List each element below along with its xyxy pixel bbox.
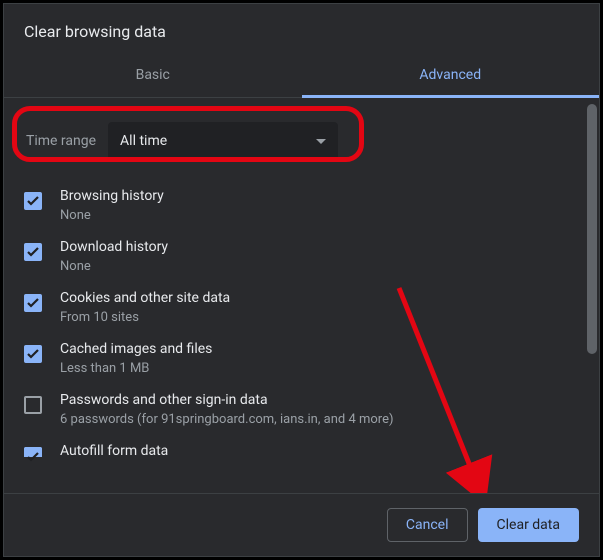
item-title: Download history: [60, 239, 168, 255]
dialog-title: Clear browsing data: [4, 4, 599, 55]
item-title: Cookies and other site data: [60, 290, 230, 306]
item-title: Passwords and other sign-in data: [60, 392, 394, 408]
list-item: Cookies and other site data From 10 site…: [24, 290, 565, 325]
checkbox-cookies[interactable]: [24, 294, 42, 312]
clear-data-button[interactable]: Clear data: [478, 508, 579, 542]
list-item-text: Browsing history None: [60, 188, 164, 223]
timerange-value: All time: [120, 133, 167, 149]
timerange-select[interactable]: All time: [108, 122, 338, 160]
list-item-text: Cookies and other site data From 10 site…: [60, 290, 230, 325]
scrollbar[interactable]: [587, 104, 597, 487]
checkbox-download-history[interactable]: [24, 243, 42, 261]
item-desc: None: [60, 208, 164, 223]
checkbox-browsing-history[interactable]: [24, 192, 42, 210]
checkbox-passwords[interactable]: [24, 396, 42, 414]
content-area: Time range All time Browsing history Non…: [4, 98, 599, 493]
list-item: Autofill form data: [24, 443, 565, 459]
item-desc: 6 passwords (for 91springboard.com, ians…: [60, 412, 394, 427]
chevron-down-icon: [316, 133, 326, 149]
item-title: Autofill form data: [60, 443, 168, 459]
list-item-text: Download history None: [60, 239, 168, 274]
item-desc: From 10 sites: [60, 310, 230, 325]
cancel-button[interactable]: Cancel: [387, 508, 468, 542]
content-scroll: Time range All time Browsing history Non…: [4, 98, 585, 493]
timerange-label: Time range: [26, 133, 96, 149]
item-title: Browsing history: [60, 188, 164, 204]
timerange-row: Time range All time: [24, 116, 565, 166]
list-item-text: Autofill form data: [60, 443, 168, 459]
dialog-footer: Cancel Clear data: [4, 493, 599, 556]
list-item-text: Cached images and files Less than 1 MB: [60, 341, 212, 376]
checkbox-cache[interactable]: [24, 345, 42, 363]
list-item: Passwords and other sign-in data 6 passw…: [24, 392, 565, 427]
item-desc: Less than 1 MB: [60, 361, 212, 376]
tab-advanced[interactable]: Advanced: [302, 55, 600, 97]
item-desc: None: [60, 259, 168, 274]
list-item: Cached images and files Less than 1 MB: [24, 341, 565, 376]
list-item: Browsing history None: [24, 188, 565, 223]
list-item: Download history None: [24, 239, 565, 274]
tab-basic[interactable]: Basic: [4, 55, 302, 97]
tabs: Basic Advanced: [4, 55, 599, 98]
checkbox-autofill[interactable]: [24, 447, 42, 457]
list-item-text: Passwords and other sign-in data 6 passw…: [60, 392, 394, 427]
scrollbar-thumb[interactable]: [587, 104, 597, 354]
item-title: Cached images and files: [60, 341, 212, 357]
clear-browsing-data-dialog: Clear browsing data Basic Advanced Time …: [3, 3, 600, 557]
checklist: Browsing history None Download history N…: [24, 188, 565, 439]
